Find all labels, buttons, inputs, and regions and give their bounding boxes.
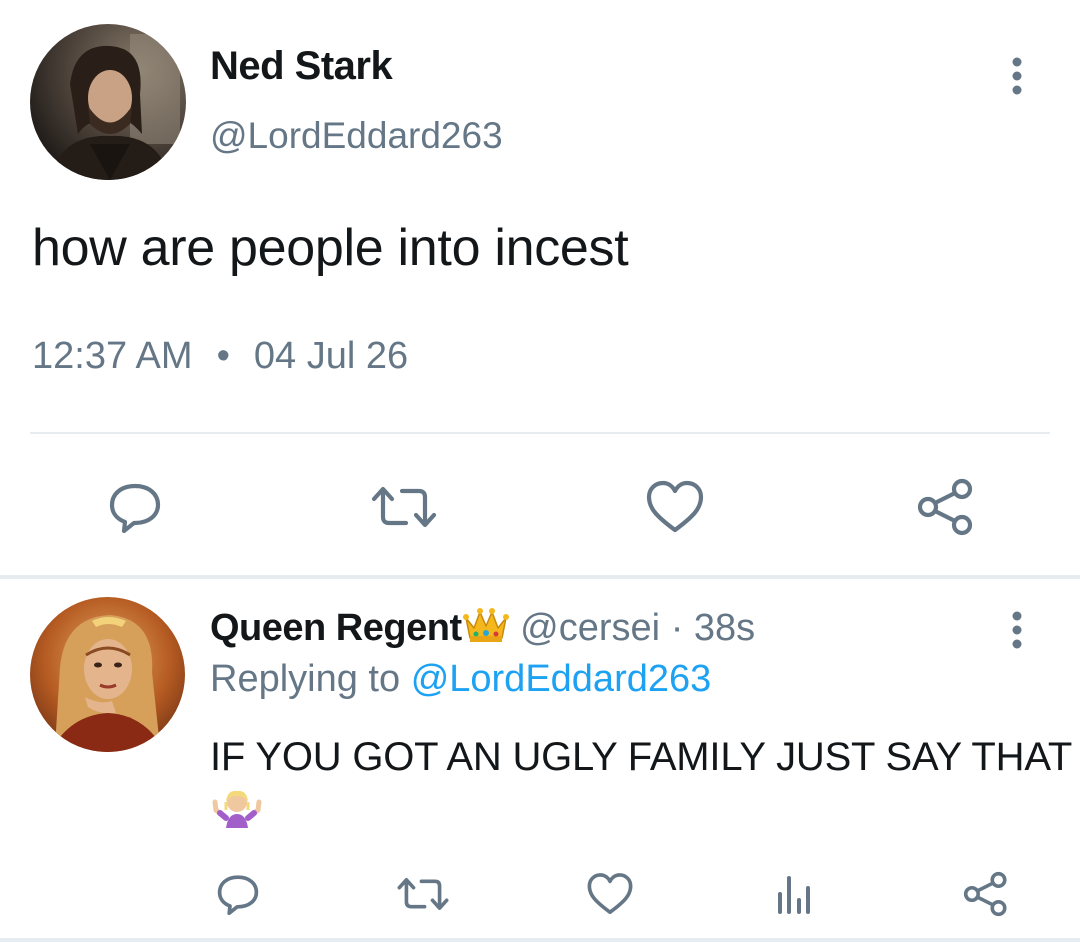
reply-icon [217, 875, 259, 916]
retweet-button[interactable] [364, 474, 444, 540]
reply-icon [109, 483, 161, 534]
stats-button[interactable] [764, 866, 824, 922]
reply-age: 38s [693, 607, 756, 649]
more-vertical-icon[interactable] [1000, 610, 1034, 650]
avatar[interactable] [30, 24, 186, 180]
mention-link[interactable]: @LordEddard263 [411, 658, 712, 700]
separator-dot: • [216, 335, 230, 377]
crown-icon [462, 608, 509, 642]
share-button[interactable] [956, 866, 1016, 922]
reply-text: IF YOU GOT AN UGLY FAMILY JUST SAY THAT [210, 735, 1073, 779]
bottom-divider [0, 938, 1080, 942]
heart-icon [587, 873, 633, 915]
reply-author-name[interactable]: Queen Regent [210, 607, 462, 649]
author-name[interactable]: Ned Stark [210, 44, 393, 89]
section-separator [0, 575, 1080, 579]
retweet-button[interactable] [390, 866, 456, 922]
reply-header: Queen Regent @cersei · 38s [210, 606, 755, 650]
like-button[interactable] [580, 866, 640, 922]
tweet-time: 12:37 AM [32, 335, 193, 377]
like-button[interactable] [640, 474, 710, 540]
reply-avatar[interactable] [30, 597, 185, 752]
person-shrugging-icon [212, 788, 262, 832]
heart-icon [646, 480, 704, 533]
share-button[interactable] [910, 474, 982, 540]
author-handle[interactable]: @LordEddard263 [210, 115, 503, 157]
separator-dot: · [670, 607, 684, 649]
tweet-timestamp: 12:37 AM • 04 Jul 26 [32, 335, 408, 378]
retweet-icon [397, 877, 449, 911]
reply-author-handle[interactable]: @cersei [520, 607, 660, 649]
reply-button[interactable] [208, 866, 268, 922]
divider [30, 432, 1050, 434]
reply-button[interactable] [100, 474, 170, 540]
tweet-text: how are people into incest [32, 219, 629, 277]
share-icon [963, 871, 1007, 917]
replying-to: Replying to @LordEddard263 [210, 658, 711, 701]
more-vertical-icon[interactable] [1000, 56, 1034, 96]
replying-label: Replying to [210, 658, 401, 700]
share-icon [917, 478, 973, 536]
retweet-icon [371, 486, 437, 528]
stats-icon [778, 876, 810, 914]
tweet-date: 04 Jul 26 [253, 335, 409, 377]
